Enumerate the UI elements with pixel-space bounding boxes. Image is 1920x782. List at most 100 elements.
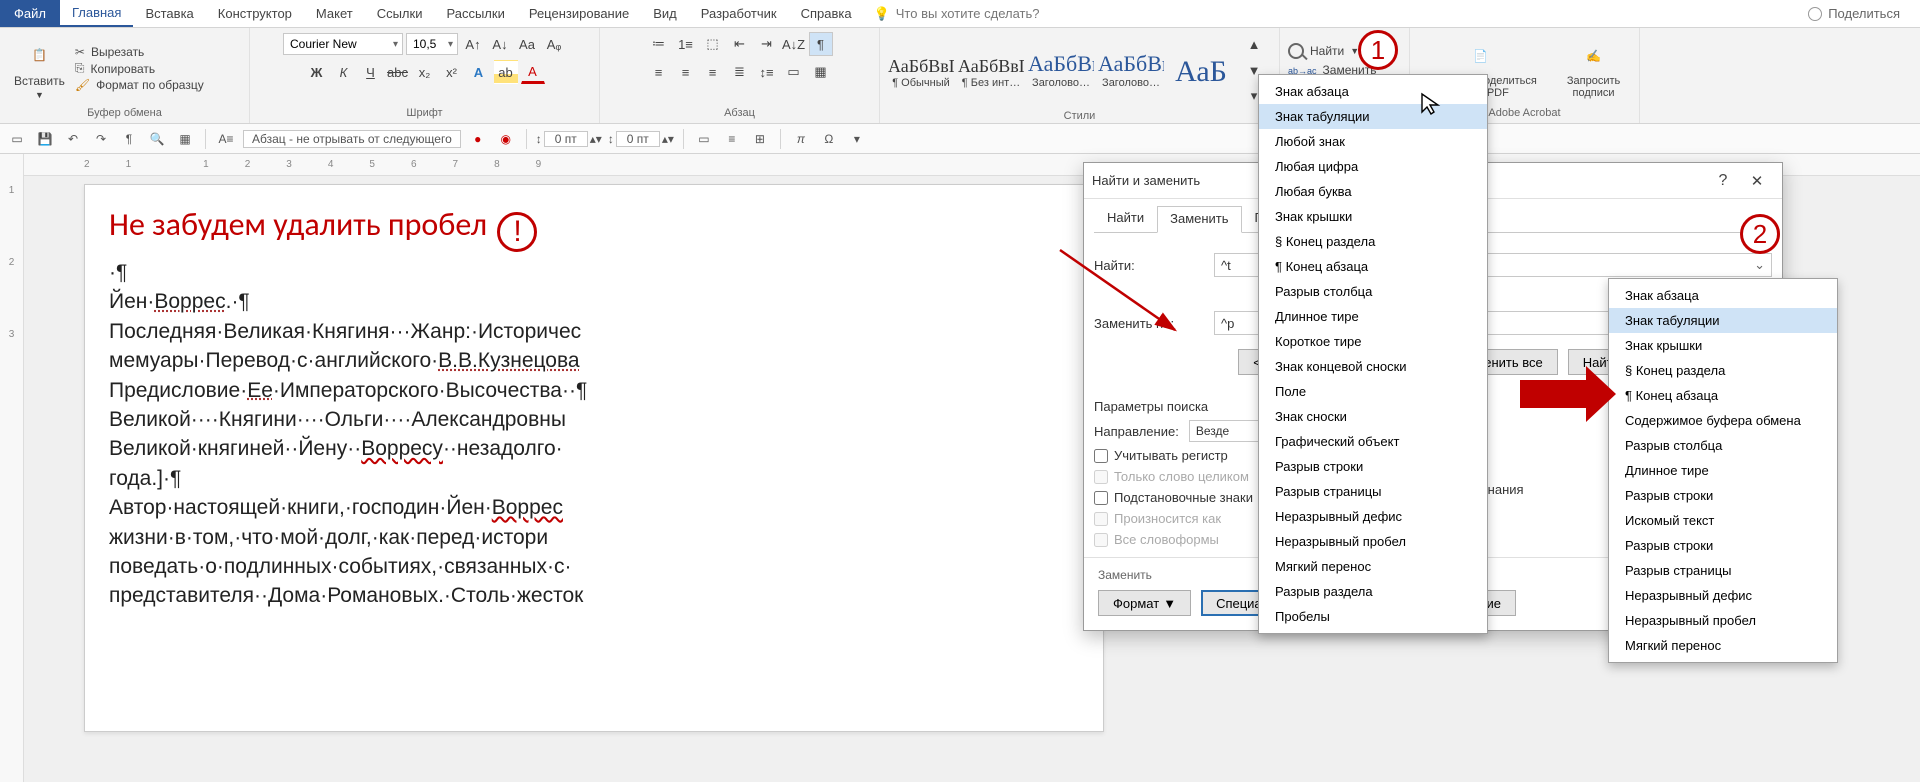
menu-item[interactable]: Графический объект: [1259, 429, 1487, 454]
menu-item[interactable]: Любая цифра: [1259, 154, 1487, 179]
menu-item[interactable]: Разрыв строки: [1609, 533, 1837, 558]
tb-format[interactable]: ▭: [693, 128, 715, 150]
change-case-button[interactable]: Aa: [515, 32, 539, 56]
menu-item[interactable]: ¶ Конец абзаца: [1609, 383, 1837, 408]
subscript-button[interactable]: x₂: [413, 60, 437, 84]
menu-item[interactable]: Знак абзаца: [1609, 283, 1837, 308]
tb-pi[interactable]: π: [790, 128, 812, 150]
paste-button[interactable]: 📋 Вставить ▼: [8, 36, 71, 102]
show-marks-button[interactable]: ¶: [809, 32, 833, 56]
tab-file[interactable]: Файл: [0, 0, 60, 27]
menu-item[interactable]: Знак крышки: [1609, 333, 1837, 358]
tb-page[interactable]: ▭: [6, 128, 28, 150]
menu-item[interactable]: Разрыв страницы: [1609, 558, 1837, 583]
shrink-font-button[interactable]: A↓: [488, 32, 512, 56]
tb-undo[interactable]: ↶: [62, 128, 84, 150]
tab-layout[interactable]: Макет: [304, 0, 365, 27]
chk-case[interactable]: Учитывать регистр: [1094, 448, 1269, 463]
menu-item[interactable]: Длинное тире: [1259, 304, 1487, 329]
italic-button[interactable]: К: [332, 60, 356, 84]
tb-style[interactable]: A≡: [215, 128, 237, 150]
menu-item[interactable]: Длинное тире: [1609, 458, 1837, 483]
menu-item[interactable]: Любой знак: [1259, 129, 1487, 154]
font-name-combo[interactable]: Courier New: [283, 33, 403, 55]
menu-item[interactable]: Искомый текст: [1609, 508, 1837, 533]
menu-item[interactable]: Любая буква: [1259, 179, 1487, 204]
tb-a1[interactable]: ≡: [721, 128, 743, 150]
sort-button[interactable]: A↓Z: [782, 32, 806, 56]
tb-more[interactable]: ▾: [846, 128, 868, 150]
tab-references[interactable]: Ссылки: [365, 0, 435, 27]
spacing-before[interactable]: ↕0 пт▴▾: [536, 131, 602, 147]
menu-item[interactable]: Неразрывный пробел: [1259, 529, 1487, 554]
shading-button[interactable]: ▭: [782, 60, 806, 84]
direction-combo[interactable]: Везде: [1189, 420, 1269, 442]
font-size-combo[interactable]: 10,5: [406, 33, 458, 55]
tb-search[interactable]: 🔍: [146, 128, 168, 150]
superscript-button[interactable]: x²: [440, 60, 464, 84]
tab-help[interactable]: Справка: [789, 0, 864, 27]
styles-gallery[interactable]: АаБбВвГг¶ Обычный АаБбВвГг¶ Без инт… АаБ…: [888, 51, 1234, 89]
grow-font-button[interactable]: A↑: [461, 32, 485, 56]
tb-rec2[interactable]: ◉: [495, 128, 517, 150]
dlg-tab-replace[interactable]: Заменить: [1157, 206, 1241, 233]
menu-item[interactable]: Разрыв строки: [1609, 483, 1837, 508]
bullets-button[interactable]: ≔: [647, 32, 671, 56]
menu-item[interactable]: Знак табуляции: [1259, 104, 1487, 129]
tab-review[interactable]: Рецензирование: [517, 0, 641, 27]
tb-grid[interactable]: ▦: [174, 128, 196, 150]
clear-format-button[interactable]: Aᵩ: [542, 32, 566, 56]
menu-item[interactable]: § Конец раздела: [1259, 229, 1487, 254]
copy-button[interactable]: Копировать: [75, 61, 204, 76]
tb-show[interactable]: ¶: [118, 128, 140, 150]
tab-developer[interactable]: Разработчик: [689, 0, 789, 27]
dialog-help-button[interactable]: ?: [1706, 172, 1740, 190]
menu-item[interactable]: Содержимое буфера обмена: [1609, 408, 1837, 433]
menu-item[interactable]: Неразрывный дефис: [1259, 504, 1487, 529]
menu-item[interactable]: Разрыв раздела: [1259, 579, 1487, 604]
menu-item[interactable]: Мягкий перенос: [1259, 554, 1487, 579]
menu-item[interactable]: Знак крышки: [1259, 204, 1487, 229]
dialog-close-button[interactable]: ✕: [1740, 172, 1774, 190]
font-color-button[interactable]: A: [521, 60, 545, 84]
align-left-button[interactable]: ≡: [647, 60, 671, 84]
menu-item[interactable]: Знак табуляции: [1609, 308, 1837, 333]
tb-save[interactable]: 💾: [34, 128, 56, 150]
format-painter-button[interactable]: Формат по образцу: [75, 78, 204, 92]
document-page[interactable]: Не забудем удалить пробел ! ·¶Йен·Воррес…: [84, 184, 1104, 732]
align-center-button[interactable]: ≡: [674, 60, 698, 84]
line-spacing-button[interactable]: ↕≡: [755, 60, 779, 84]
bold-button[interactable]: Ж: [305, 60, 329, 84]
indent-dec-button[interactable]: ⇤: [728, 32, 752, 56]
tb-a2[interactable]: ⊞: [749, 128, 771, 150]
tab-mailings[interactable]: Рассылки: [434, 0, 516, 27]
numbering-button[interactable]: 1≡: [674, 32, 698, 56]
tab-design[interactable]: Конструктор: [206, 0, 304, 27]
tell-me[interactable]: 💡 Что вы хотите сделать?: [874, 0, 1040, 27]
spacing-after[interactable]: ↕0 пт▴▾: [608, 131, 674, 147]
tb-omega[interactable]: Ω: [818, 128, 840, 150]
menu-item[interactable]: ¶ Конец абзаца: [1259, 254, 1487, 279]
cut-button[interactable]: Вырезать: [75, 45, 204, 59]
format-button[interactable]: Формат ▼: [1098, 590, 1191, 616]
menu-item[interactable]: Знак концевой сноски: [1259, 354, 1487, 379]
tab-insert[interactable]: Вставка: [133, 0, 205, 27]
menu-item[interactable]: Пробелы: [1259, 604, 1487, 629]
tab-view[interactable]: Вид: [641, 0, 689, 27]
menu-item[interactable]: Неразрывный дефис: [1609, 583, 1837, 608]
indent-inc-button[interactable]: ⇥: [755, 32, 779, 56]
menu-item[interactable]: Разрыв страницы: [1259, 479, 1487, 504]
borders-button[interactable]: ▦: [809, 60, 833, 84]
chk-wild[interactable]: Подстановочные знаки: [1094, 490, 1269, 505]
align-right-button[interactable]: ≡: [701, 60, 725, 84]
share-button[interactable]: Поделиться: [1808, 0, 1900, 27]
menu-item[interactable]: Мягкий перенос: [1609, 633, 1837, 658]
menu-item[interactable]: Короткое тире: [1259, 329, 1487, 354]
menu-item[interactable]: Знак сноски: [1259, 404, 1487, 429]
highlight-button[interactable]: ab: [494, 60, 518, 84]
multilevel-button[interactable]: ⬚: [701, 32, 725, 56]
menu-item[interactable]: § Конец раздела: [1609, 358, 1837, 383]
underline-button[interactable]: Ч: [359, 60, 383, 84]
menu-item[interactable]: Разрыв строки: [1259, 454, 1487, 479]
menu-item[interactable]: Поле: [1259, 379, 1487, 404]
